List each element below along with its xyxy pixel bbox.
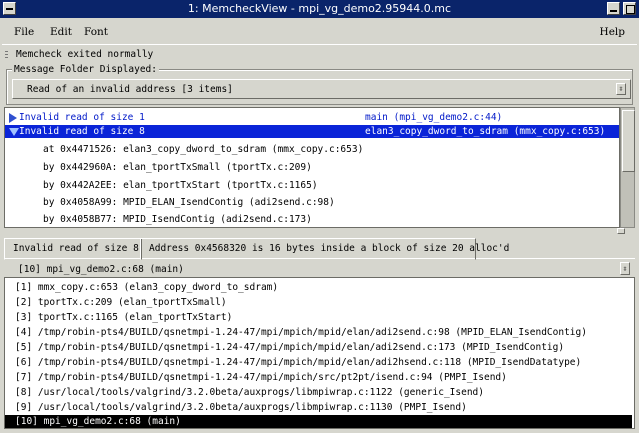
tree-frame-text: by 0x4058B77: MPID_IsendContig (adi2send…: [43, 214, 312, 225]
list-item[interactable]: [5] /tmp/robin-pts4/BUILD/qsnetmpi-1.24-…: [5, 341, 632, 354]
tree-frame-row[interactable]: at 0x4471526: elan3_copy_dword_to_sdram …: [5, 143, 619, 156]
menu-file[interactable]: File: [14, 26, 34, 38]
list-item[interactable]: [7] /tmp/robin-pts4/BUILD/qsnetmpi-1.24-…: [5, 371, 632, 384]
list-item-text: [4] /tmp/robin-pts4/BUILD/qsnetmpi-1.24-…: [15, 327, 587, 338]
tab-address[interactable]: Address 0x4568320 is 16 bytes inside a b…: [140, 238, 509, 260]
frame-select[interactable]: [10] mpi_vg_demo2.c:68 (main) ⇳: [12, 262, 632, 276]
frame-select-value: [10] mpi_vg_demo2.c:68 (main): [18, 264, 184, 275]
tab-label: Address 0x4568320 is 16 bytes inside a b…: [149, 243, 510, 254]
dropdown-arrow-icon: ⇳: [620, 262, 630, 275]
list-item[interactable]: [8] /usr/local/tools/valgrind/3.2.0beta/…: [5, 386, 632, 399]
list-item[interactable]: [9] /usr/local/tools/valgrind/3.2.0beta/…: [5, 401, 632, 414]
list-item-text: [7] /tmp/robin-pts4/BUILD/qsnetmpi-1.24-…: [15, 372, 507, 383]
menu-edit[interactable]: Edit: [50, 26, 72, 38]
list-item[interactable]: [4] /tmp/robin-pts4/BUILD/qsnetmpi-1.24-…: [5, 326, 632, 339]
list-item-text: [5] /tmp/robin-pts4/BUILD/qsnetmpi-1.24-…: [15, 342, 565, 353]
list-item[interactable]: [6] /tmp/robin-pts4/BUILD/qsnetmpi-1.24-…: [5, 356, 632, 369]
list-item[interactable]: [1] mmx_copy.c:653 (elan3_copy_dword_to_…: [5, 281, 632, 294]
tree-frame-row[interactable]: by 0x442A2EE: elan_tportTxStart (tportTx…: [5, 179, 619, 192]
tab-error[interactable]: Invalid read of size 8: [4, 238, 142, 260]
tree-frame-row[interactable]: by 0x4058A99: MPID_ELAN_IsendContig (adi…: [5, 196, 619, 209]
scrollbar-thumb[interactable]: [622, 110, 635, 172]
list-item-text: [3] tportTx.c:1165 (elan_tportTxStart): [15, 312, 233, 323]
list-item-text: [6] /tmp/robin-pts4/BUILD/qsnetmpi-1.24-…: [15, 357, 582, 368]
list-item-text: [10] mpi_vg_demo2.c:68 (main): [15, 416, 181, 427]
list-item-text: [9] /usr/local/tools/valgrind/3.2.0beta/…: [15, 402, 467, 413]
window-title: 1: MemcheckView - mpi_vg_demo2.95944.0.m…: [187, 2, 452, 15]
minimize-button[interactable]: [607, 2, 620, 15]
tree-frame-text: at 0x4471526: elan3_copy_dword_to_sdram …: [43, 144, 364, 155]
tab-label: Invalid read of size 8: [13, 243, 139, 254]
folder-label: Message Folder Displayed:: [12, 64, 159, 75]
status-text: Memcheck exited normally: [16, 49, 154, 60]
expand-arrow-icon[interactable]: [9, 113, 17, 123]
tree-frame-text: by 0x442A2EE: elan_tportTxStart (tportTx…: [43, 180, 318, 191]
grip-icon: [5, 51, 8, 59]
menu-bar: File Edit Font Help: [2, 19, 637, 45]
list-item-text: [2] tportTx.c:209 (elan_tportTxSmall): [15, 297, 227, 308]
tree-frame-text: by 0x4058A99: MPID_ELAN_IsendContig (adi…: [43, 197, 335, 208]
tree-row-selected[interactable]: Invalid read of size 8 elan3_copy_dword_…: [5, 125, 619, 138]
list-item[interactable]: [2] tportTx.c:209 (elan_tportTxSmall): [5, 296, 632, 309]
stack-list[interactable]: [1] mmx_copy.c:653 (elan3_copy_dword_to_…: [4, 277, 635, 429]
maximize-icon: [626, 5, 635, 14]
error-tree[interactable]: Invalid read of size 1 main (mpi_vg_demo…: [4, 107, 620, 228]
maximize-button[interactable]: [623, 2, 636, 15]
tree-frame-row[interactable]: by 0x442960A: elan_tportTxSmall (tportTx…: [5, 161, 619, 174]
list-item[interactable]: [3] tportTx.c:1165 (elan_tportTxStart): [5, 311, 632, 324]
folder-select-value: Read of an invalid address [3 items]: [27, 84, 233, 95]
tree-row[interactable]: Invalid read of size 1 main (mpi_vg_demo…: [5, 111, 619, 124]
tree-row-text: Invalid read of size 1: [19, 112, 145, 123]
minimize-icon: [610, 10, 617, 12]
menu-help[interactable]: Help: [600, 26, 625, 38]
tree-frame-row[interactable]: by 0x4058B77: MPID_IsendContig (adi2send…: [5, 213, 619, 226]
folder-select[interactable]: Read of an invalid address [3 items] ⇳: [12, 79, 631, 99]
collapse-arrow-icon[interactable]: [9, 128, 19, 136]
status-bar: Memcheck exited normally: [2, 47, 637, 62]
pane-sash[interactable]: [617, 228, 625, 234]
dropdown-arrow-icon: ⇳: [616, 83, 626, 95]
tree-row-location: elan3_copy_dword_to_sdram (mmx_copy.c:65…: [365, 126, 606, 137]
title-bar: 1: MemcheckView - mpi_vg_demo2.95944.0.m…: [0, 0, 639, 18]
tree-scrollbar[interactable]: [620, 107, 635, 228]
list-item-selected[interactable]: [10] mpi_vg_demo2.c:68 (main): [5, 415, 632, 428]
tree-frame-text: by 0x442960A: elan_tportTxSmall (tportTx…: [43, 162, 312, 173]
tree-row-text: Invalid read of size 8: [19, 126, 145, 137]
list-item-text: [1] mmx_copy.c:653 (elan3_copy_dword_to_…: [15, 282, 279, 293]
detail-tabs: Invalid read of size 8 Address 0x4568320…: [4, 236, 635, 260]
menu-font[interactable]: Font: [84, 26, 108, 38]
list-item-text: [8] /usr/local/tools/valgrind/3.2.0beta/…: [15, 387, 484, 398]
tree-row-location: main (mpi_vg_demo2.c:44): [365, 112, 503, 123]
